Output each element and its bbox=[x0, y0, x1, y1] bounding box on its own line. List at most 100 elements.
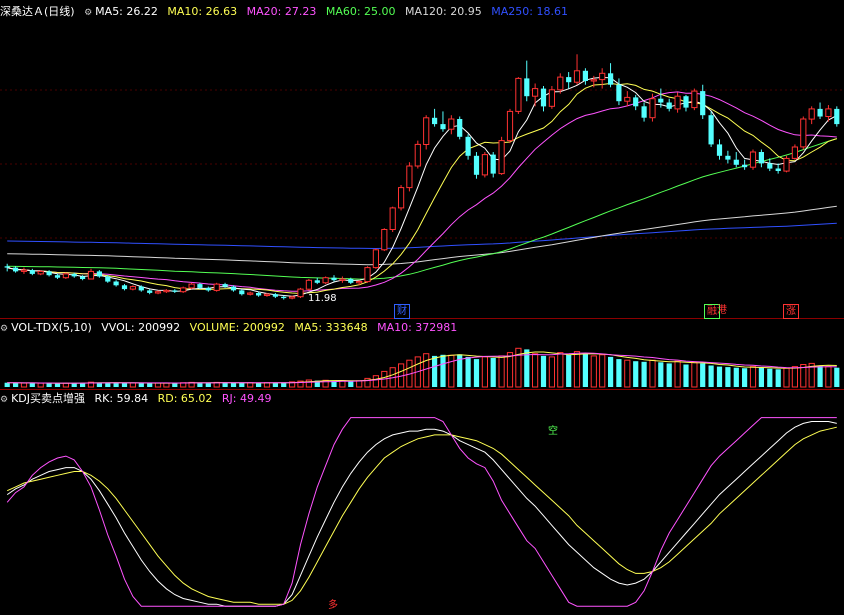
candle-body bbox=[364, 267, 371, 283]
volume-bar bbox=[247, 382, 254, 388]
candle-body bbox=[339, 278, 346, 281]
volume-bar bbox=[138, 383, 144, 387]
volume-bar bbox=[506, 352, 514, 388]
candle-body bbox=[105, 276, 111, 282]
kdj-plot bbox=[6, 417, 837, 607]
kdj-rd-line bbox=[6, 426, 837, 605]
candle-body bbox=[356, 281, 363, 284]
volume-bar bbox=[548, 356, 555, 388]
volume-bar bbox=[566, 354, 572, 387]
volume-bar bbox=[700, 363, 706, 387]
candle-body bbox=[29, 270, 35, 274]
candle-body bbox=[498, 140, 505, 175]
candle-body bbox=[197, 284, 203, 288]
settings-gear-icon[interactable]: ⚙ bbox=[0, 395, 8, 405]
low-price-label: 11.98 bbox=[308, 293, 337, 304]
candle-body bbox=[683, 96, 689, 108]
settings-gear-icon[interactable]: ⚙ bbox=[84, 8, 92, 18]
candle-body bbox=[188, 283, 195, 289]
candle-body bbox=[147, 290, 153, 293]
candle-body bbox=[406, 165, 413, 189]
candle-body bbox=[506, 110, 514, 142]
volume-bar bbox=[834, 367, 840, 387]
stock-name[interactable]: 深桑达Ａ bbox=[0, 5, 44, 18]
candle-body bbox=[314, 280, 320, 283]
candle-body bbox=[599, 72, 606, 81]
candle-body bbox=[775, 168, 781, 171]
candle-body bbox=[532, 88, 539, 97]
candle-body bbox=[222, 284, 228, 287]
volume-bar bbox=[573, 351, 581, 388]
volume-bar bbox=[498, 355, 505, 388]
volume-bar bbox=[423, 353, 430, 388]
candle-body bbox=[616, 84, 622, 102]
legend-vvol: VVOL: 200992 bbox=[101, 321, 181, 334]
event-tag-limit-up[interactable]: 涨 bbox=[783, 304, 799, 319]
candle-body bbox=[80, 276, 86, 279]
candle-body bbox=[54, 275, 61, 278]
candle-body bbox=[281, 296, 287, 299]
candle-body bbox=[37, 270, 44, 275]
candle-body bbox=[457, 119, 463, 137]
candle-body bbox=[96, 271, 102, 277]
legend-volume: VOLUME: 200992 bbox=[189, 321, 285, 334]
legend-rd: RD: 65.02 bbox=[157, 392, 213, 405]
volume-bar bbox=[658, 362, 664, 387]
ma10-line bbox=[7, 82, 837, 295]
candle-body bbox=[239, 290, 245, 295]
candle-body bbox=[791, 146, 798, 159]
candle-body bbox=[834, 108, 840, 125]
candle-body bbox=[700, 91, 706, 116]
settings-gear-icon[interactable]: ⚙ bbox=[0, 324, 8, 334]
candle-body bbox=[381, 229, 388, 251]
candle-body bbox=[825, 108, 832, 118]
candle-body bbox=[163, 289, 170, 293]
candle-body bbox=[331, 277, 337, 281]
candle-body bbox=[573, 70, 581, 83]
candle-body bbox=[515, 77, 522, 112]
volume-bar bbox=[4, 382, 10, 387]
volume-bar bbox=[608, 356, 614, 387]
volume-bar bbox=[733, 367, 739, 387]
event-tag-finance[interactable]: 财 bbox=[394, 304, 410, 319]
volume-bar bbox=[742, 368, 748, 387]
volume-bar bbox=[582, 353, 588, 387]
ma250-line bbox=[7, 222, 837, 250]
kdj-indicator-name[interactable]: KDJ买卖点增强 bbox=[11, 392, 85, 405]
volume-bar bbox=[465, 356, 471, 387]
volume-bar bbox=[205, 382, 211, 387]
candle-body bbox=[205, 287, 211, 291]
volume-bar bbox=[758, 367, 764, 387]
candle-body bbox=[808, 108, 815, 120]
volume-bar bbox=[121, 383, 128, 387]
candle-body bbox=[20, 269, 28, 272]
candle-body bbox=[247, 292, 254, 295]
candle-body bbox=[398, 187, 405, 209]
candle-body bbox=[733, 159, 739, 165]
legend-ma250: MA250: 18.61 bbox=[491, 5, 568, 18]
volume-bar bbox=[448, 354, 455, 388]
candle-body bbox=[138, 286, 144, 291]
ma60-line bbox=[7, 138, 837, 280]
volume-bar bbox=[440, 354, 446, 387]
candle-body bbox=[582, 70, 588, 81]
volume-plot bbox=[4, 347, 840, 388]
volume-bar bbox=[767, 368, 773, 387]
volume-bar bbox=[825, 366, 832, 388]
volume-bar bbox=[817, 365, 823, 387]
kdj-legend: ⚙ KDJ买卖点增强 RK: 59.84 RD: 65.02 RJ: 49.49 bbox=[0, 391, 844, 406]
candle-body bbox=[372, 249, 379, 269]
event-tag-hk[interactable]: 港 bbox=[715, 304, 729, 317]
candle-body bbox=[691, 90, 698, 109]
period-label[interactable]: (日线) bbox=[44, 5, 75, 18]
candle-body bbox=[490, 154, 496, 174]
volume-bar bbox=[13, 382, 19, 387]
vol-indicator-name[interactable]: VOL-TDX(5,10) bbox=[11, 321, 92, 334]
volume-bar bbox=[749, 366, 757, 388]
candle-body bbox=[414, 143, 421, 167]
kdj-rj-line bbox=[6, 417, 837, 607]
candle-body bbox=[13, 267, 19, 272]
candle-body bbox=[481, 154, 488, 176]
price-plot bbox=[0, 54, 844, 300]
candle-body bbox=[540, 88, 547, 107]
